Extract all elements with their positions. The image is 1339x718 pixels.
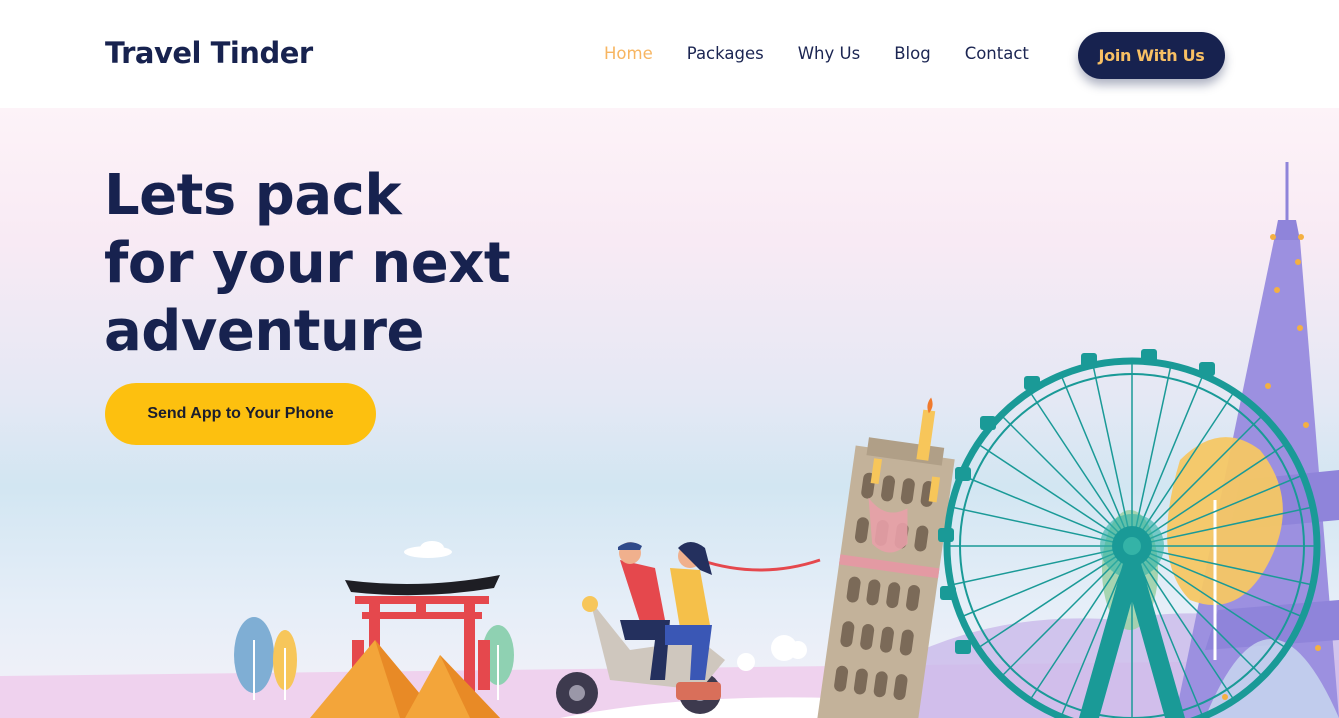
nav-home[interactable]: Home bbox=[604, 44, 653, 63]
nav-blog[interactable]: Blog bbox=[894, 44, 930, 63]
travel-illustration bbox=[0, 162, 1339, 718]
nav-packages[interactable]: Packages bbox=[687, 44, 764, 63]
cloud-icon bbox=[404, 541, 452, 558]
cloud-icon bbox=[737, 635, 807, 671]
nav-contact[interactable]: Contact bbox=[965, 44, 1029, 63]
join-with-us-button[interactable]: Join With Us bbox=[1078, 32, 1225, 79]
eiffel-tower-icon bbox=[1175, 162, 1339, 718]
nav-why-us[interactable]: Why Us bbox=[798, 44, 860, 63]
site-header: Travel Tinder Home Packages Why Us Blog … bbox=[0, 0, 1339, 108]
main-nav: Home Packages Why Us Blog Contact bbox=[604, 44, 1063, 63]
site-logo[interactable]: Travel Tinder bbox=[105, 36, 313, 70]
